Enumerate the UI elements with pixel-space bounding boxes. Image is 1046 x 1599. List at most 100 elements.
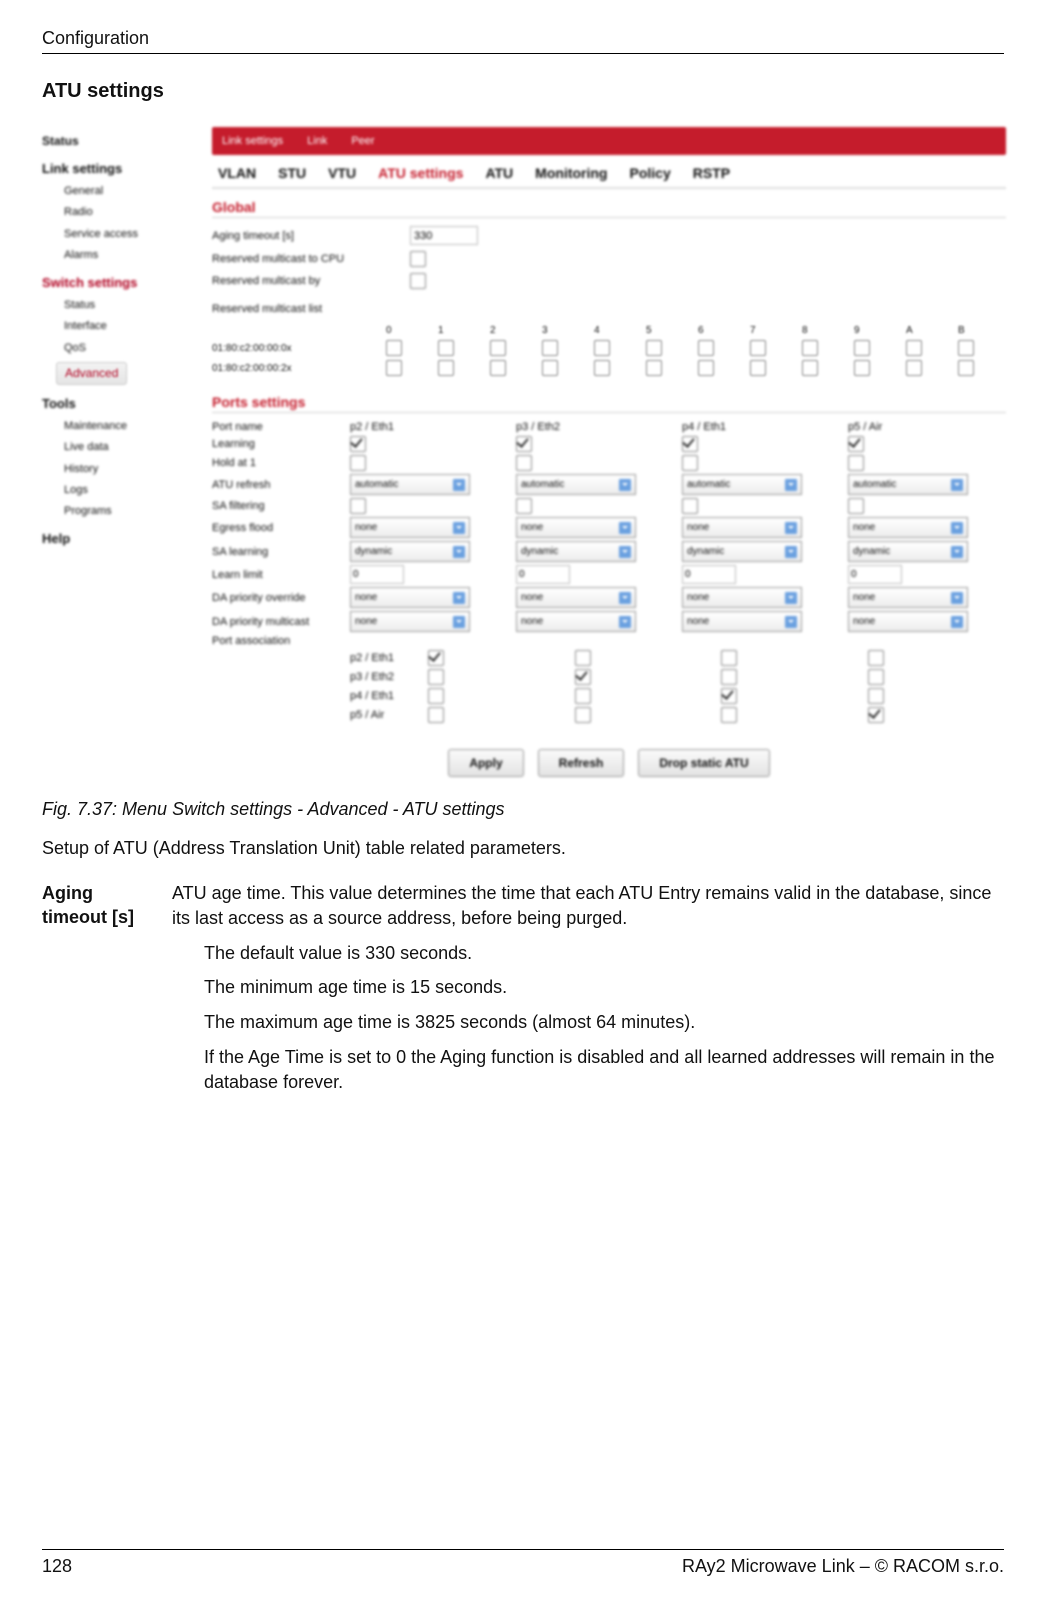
ports-input[interactable] (682, 565, 736, 584)
assoc-checkbox[interactable] (868, 688, 884, 704)
ports-select[interactable]: none (848, 611, 968, 632)
ports-select[interactable]: none (682, 587, 802, 608)
sidebar-item-interface[interactable]: Interface (64, 319, 202, 334)
ports-select[interactable]: dynamic (350, 541, 470, 562)
bit-cb[interactable] (802, 340, 818, 356)
bit-cb[interactable] (750, 340, 766, 356)
assoc-checkbox[interactable] (721, 688, 737, 704)
tab-vlan[interactable]: VLAN (218, 165, 256, 181)
bit-cb[interactable] (386, 340, 402, 356)
sidebar-item-advanced[interactable]: Advanced (56, 362, 127, 385)
tab-atu[interactable]: ATU (485, 165, 513, 181)
sidebar-item-maintenance[interactable]: Maintenance (64, 419, 202, 434)
bit-cb[interactable] (802, 360, 818, 376)
ports-checkbox[interactable] (350, 436, 366, 452)
ports-checkbox[interactable] (516, 498, 532, 514)
ports-select[interactable]: automatic (516, 474, 636, 495)
ports-select[interactable]: none (516, 611, 636, 632)
sidebar-item-radio[interactable]: Radio (64, 205, 202, 220)
ports-select[interactable]: none (848, 587, 968, 608)
tab-atu-settings[interactable]: ATU settings (378, 165, 463, 181)
bit-cb[interactable] (438, 340, 454, 356)
bit-cb[interactable] (490, 360, 506, 376)
learn2all-checkbox[interactable] (410, 251, 426, 267)
refresh-button[interactable]: Refresh (538, 749, 625, 777)
ports-select[interactable]: automatic (848, 474, 968, 495)
tab-monitoring[interactable]: Monitoring (535, 165, 607, 181)
bit-cb[interactable] (750, 360, 766, 376)
assoc-checkbox[interactable] (721, 707, 737, 723)
sidebar-item-logs[interactable]: Logs (64, 483, 202, 498)
bit-cb[interactable] (594, 340, 610, 356)
sidebar-item-service-access[interactable]: Service access (64, 227, 202, 242)
assoc-checkbox[interactable] (575, 688, 591, 704)
ports-checkbox[interactable] (848, 436, 864, 452)
sidebar-group-switch-settings[interactable]: Switch settings (42, 274, 202, 292)
ports-select[interactable]: automatic (350, 474, 470, 495)
sidebar-item-switch-status[interactable]: Status (64, 298, 202, 313)
bit-cb[interactable] (490, 340, 506, 356)
ports-checkbox[interactable] (516, 455, 532, 471)
tab-stu[interactable]: STU (278, 165, 306, 181)
ports-select[interactable]: dynamic (848, 541, 968, 562)
ports-select[interactable]: automatic (682, 474, 802, 495)
bit-cb[interactable] (594, 360, 610, 376)
sidebar-group-tools[interactable]: Tools (42, 395, 202, 413)
ports-select[interactable]: none (516, 587, 636, 608)
ports-checkbox[interactable] (682, 455, 698, 471)
ports-checkbox[interactable] (350, 455, 366, 471)
tab-rstp[interactable]: RSTP (693, 165, 730, 181)
ports-input[interactable] (848, 565, 902, 584)
sidebar-group-link-settings[interactable]: Link settings (42, 160, 202, 178)
assoc-checkbox[interactable] (721, 669, 737, 685)
sidebar-item-history[interactable]: History (64, 462, 202, 477)
assoc-checkbox[interactable] (575, 707, 591, 723)
ports-select[interactable]: none (350, 611, 470, 632)
ports-select[interactable]: none (350, 517, 470, 538)
assoc-checkbox[interactable] (428, 707, 444, 723)
assoc-checkbox[interactable] (721, 650, 737, 666)
bit-cb[interactable] (854, 340, 870, 356)
ports-select[interactable]: dynamic (516, 541, 636, 562)
sidebar-item-general[interactable]: General (64, 184, 202, 199)
apply-button[interactable]: Apply (448, 749, 523, 777)
sidebar-help[interactable]: Help (42, 530, 202, 548)
bit-cb[interactable] (906, 360, 922, 376)
ports-select[interactable]: dynamic (682, 541, 802, 562)
bit-cb[interactable] (698, 360, 714, 376)
assoc-checkbox[interactable] (868, 650, 884, 666)
assoc-checkbox[interactable] (868, 669, 884, 685)
ports-checkbox[interactable] (682, 498, 698, 514)
bit-cb[interactable] (698, 340, 714, 356)
assoc-checkbox[interactable] (428, 688, 444, 704)
ports-checkbox[interactable] (682, 436, 698, 452)
ports-select[interactable]: none (848, 517, 968, 538)
sidebar-item-status[interactable]: Status (42, 133, 202, 150)
sidebar-item-qos[interactable]: QoS (64, 341, 202, 356)
bit-cb[interactable] (958, 360, 974, 376)
assoc-checkbox[interactable] (428, 669, 444, 685)
bit-cb[interactable] (854, 360, 870, 376)
sidebar-item-programs[interactable]: Programs (64, 504, 202, 519)
ports-input[interactable] (350, 565, 404, 584)
sidebar-item-alarms[interactable]: Alarms (64, 248, 202, 263)
drop-static-atu-button[interactable]: Drop static ATU (638, 749, 769, 777)
tab-vtu[interactable]: VTU (328, 165, 356, 181)
aging-input[interactable] (410, 226, 478, 245)
ports-checkbox[interactable] (848, 455, 864, 471)
ports-input[interactable] (516, 565, 570, 584)
bit-cb[interactable] (646, 340, 662, 356)
ports-select[interactable]: none (682, 611, 802, 632)
assoc-checkbox[interactable] (575, 669, 591, 685)
ports-select[interactable]: none (682, 517, 802, 538)
bit-cb[interactable] (386, 360, 402, 376)
bit-cb[interactable] (438, 360, 454, 376)
assoc-checkbox[interactable] (428, 650, 444, 666)
bit-cb[interactable] (958, 340, 974, 356)
ports-checkbox[interactable] (516, 436, 532, 452)
assoc-checkbox[interactable] (868, 707, 884, 723)
bit-cb[interactable] (906, 340, 922, 356)
sidebar-item-live-data[interactable]: Live data (64, 440, 202, 455)
ports-select[interactable]: none (350, 587, 470, 608)
tab-policy[interactable]: Policy (629, 165, 670, 181)
